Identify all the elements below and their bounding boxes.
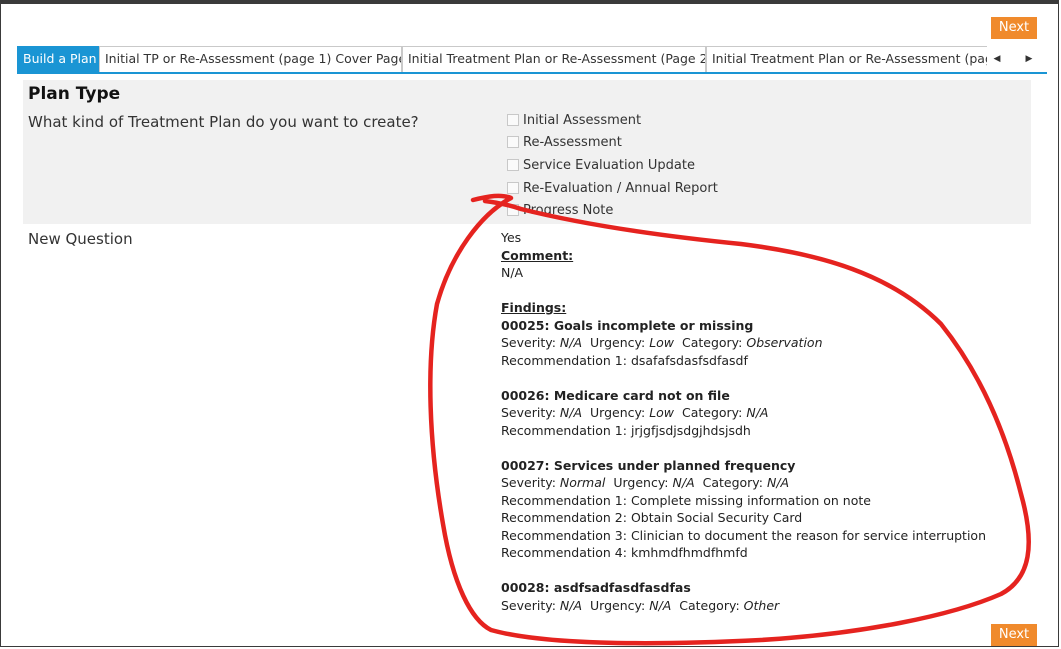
category-value: N/A	[766, 475, 790, 490]
urgency-value: N/A	[649, 597, 672, 613]
category-value: Observation	[746, 335, 823, 350]
finding-meta: Severity: N/A Urgency: Low Category: N/A	[501, 404, 986, 422]
checkbox[interactable]	[507, 136, 519, 148]
tab-scroll-left-icon[interactable]: ◀	[985, 46, 1009, 72]
recommendation: Recommendation 1: dsafafsdasfsdfasdf	[501, 352, 748, 368]
finding-meta: Severity: N/A Urgency: N/A Category: Oth…	[501, 597, 986, 615]
category-label: Category:	[681, 405, 743, 420]
option-label: Re-Assessment	[523, 134, 622, 150]
tab-scroll-right-icon[interactable]: ▶	[1017, 46, 1041, 72]
finding-title: 00027: Services under planned frequency	[501, 457, 796, 473]
finding-meta: Severity: Normal Urgency: N/A Category: …	[501, 474, 986, 492]
plan-type-question: What kind of Treatment Plan do you want …	[28, 113, 419, 131]
recommendation: Recommendation 1: Complete missing infor…	[501, 492, 871, 508]
severity-value: N/A	[559, 335, 583, 350]
tab-initial-tp-cover-page[interactable]: Initial TP or Re-Assessment (page 1) Cov…	[99, 46, 402, 72]
severity-label: Severity:	[501, 405, 556, 420]
findings-label: Findings:	[501, 300, 567, 315]
app-frame: Next Build a Plan Initial TP or Re-Asses…	[0, 0, 1059, 647]
finding-meta: Severity: N/A Urgency: Low Category: Obs…	[501, 334, 986, 352]
option-re-assessment[interactable]: Re-Assessment	[507, 132, 622, 152]
severity-value: N/A	[559, 597, 583, 613]
plan-type-title: Plan Type	[28, 84, 121, 104]
next-button-top[interactable]: Next	[991, 17, 1037, 39]
option-label: Re-Evaluation / Annual Report	[523, 180, 718, 196]
urgency-value: Low	[649, 335, 675, 350]
checkbox[interactable]	[507, 159, 519, 171]
checkbox[interactable]	[507, 204, 519, 216]
category-label: Category:	[702, 475, 763, 490]
category-label: Category:	[681, 335, 743, 350]
category-value: Other	[743, 597, 780, 613]
option-initial-assessment[interactable]: Initial Assessment	[507, 110, 641, 130]
urgency-value: N/A	[672, 475, 695, 490]
urgency-label: Urgency:	[590, 405, 646, 420]
option-label: Service Evaluation Update	[523, 157, 695, 173]
tab-initial-treatment-plan-page-3[interactable]: Initial Treatment Plan or Re-Assessment …	[706, 46, 987, 72]
answer-value: Yes	[501, 230, 522, 245]
option-service-evaluation-update[interactable]: Service Evaluation Update	[507, 155, 695, 175]
plan-type-section: Plan Type What kind of Treatment Plan do…	[23, 80, 1031, 224]
checkbox[interactable]	[507, 182, 519, 194]
finding-title: 00028: asdfsadfasdfasdfas	[501, 580, 691, 595]
recommendation: Recommendation 1: jrjgfjsdjsdgjhdsjsdh	[501, 422, 751, 438]
urgency-label: Urgency:	[590, 597, 646, 613]
severity-label: Severity:	[501, 335, 556, 350]
comment-value: N/A	[501, 265, 524, 280]
tab-build-a-plan[interactable]: Build a Plan	[17, 46, 99, 72]
option-label: Initial Assessment	[523, 112, 642, 128]
option-re-evaluation-annual-report[interactable]: Re-Evaluation / Annual Report	[507, 178, 718, 198]
tab-bar: Build a Plan Initial TP or Re-Assessment…	[17, 46, 1047, 74]
category-value: N/A	[746, 405, 769, 420]
recommendation: Recommendation 4: kmhmdfhmdfhmfd	[501, 545, 748, 560]
option-progress-note[interactable]: Progress Note	[507, 200, 613, 220]
comment-label: Comment:	[501, 247, 574, 263]
new-question-answer: Yes Comment: N/A Findings: 00025: Goals …	[501, 229, 986, 614]
severity-label: Severity:	[501, 597, 556, 613]
recommendation: Recommendation 3: Clinician to document …	[501, 527, 986, 543]
checkbox[interactable]	[507, 114, 519, 126]
severity-value: Normal	[559, 475, 606, 490]
recommendation: Recommendation 2: Obtain Social Security…	[501, 510, 803, 525]
urgency-value: Low	[649, 405, 675, 420]
option-label: Progress Note	[523, 202, 614, 218]
finding-title: 00026: Medicare card not on file	[501, 387, 730, 403]
finding-title: 00025: Goals incomplete or missing	[501, 317, 754, 333]
tab-initial-treatment-plan-page-2[interactable]: Initial Treatment Plan or Re-Assessment …	[402, 46, 706, 72]
category-label: Category:	[679, 597, 740, 613]
new-question-label: New Question	[28, 230, 133, 248]
next-button-bottom[interactable]: Next	[991, 624, 1037, 646]
severity-value: N/A	[559, 405, 583, 420]
urgency-label: Urgency:	[613, 475, 669, 490]
severity-label: Severity:	[501, 475, 556, 490]
urgency-label: Urgency:	[590, 335, 646, 350]
